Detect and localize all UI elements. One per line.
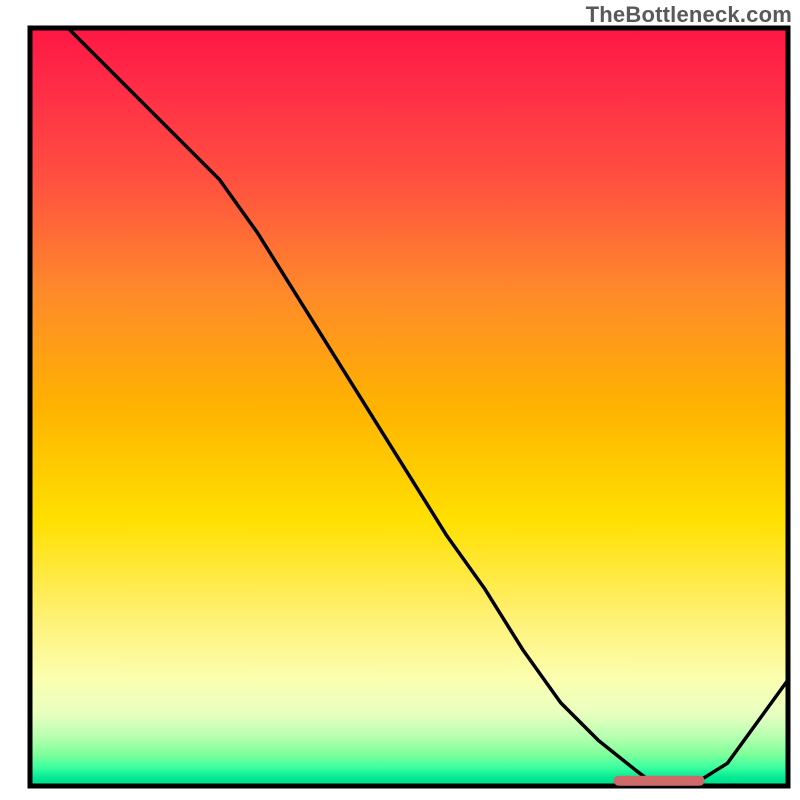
optimum-marker: [614, 776, 705, 786]
chart-stage: TheBottleneck.com: [0, 0, 800, 800]
bottleneck-chart: [0, 0, 800, 800]
plot-background: [30, 28, 788, 786]
